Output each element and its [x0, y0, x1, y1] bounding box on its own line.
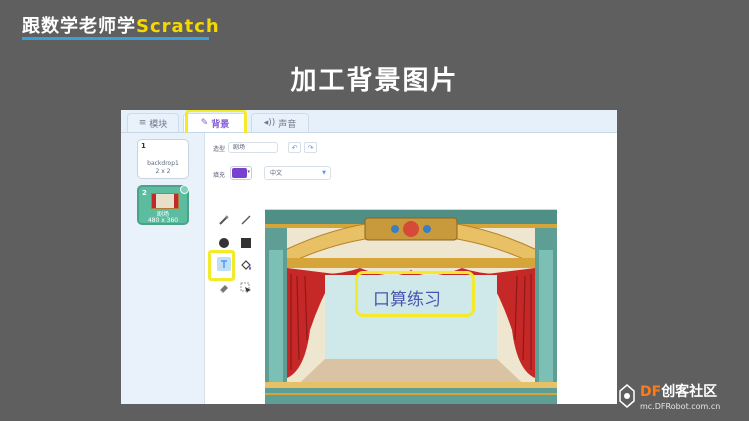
footer-logo-text: 创客社区	[661, 384, 718, 400]
delete-icon[interactable]	[180, 185, 189, 194]
scratch-editor-screenshot: ≡ 模块 ✎ 背景 ◂)) 声音 1 backdrop1 2 x 2 2 剧场 …	[121, 110, 617, 404]
code-icon: ≡	[138, 118, 147, 128]
tab-code[interactable]: ≡ 模块	[127, 113, 179, 132]
fill-color-swatch	[232, 168, 247, 178]
dfrobot-logo-icon	[619, 384, 635, 408]
line-icon[interactable]	[239, 213, 253, 227]
backdrop-item-2[interactable]: 2 剧场 480 x 360	[137, 185, 189, 225]
mode-select-value: 中文	[270, 170, 283, 177]
backdrop-size: 2 x 2	[155, 168, 171, 175]
highlight-text-tool	[208, 250, 235, 281]
costume-name-label: 造型	[213, 146, 226, 153]
rectangle-icon[interactable]	[239, 236, 253, 250]
highlight-stage-text	[355, 271, 475, 317]
brand-title: 跟数学老师学Scratch	[22, 12, 220, 38]
fill-color-picker[interactable]: ▾	[230, 166, 252, 180]
mode-select[interactable]: 中文 ▼	[264, 166, 331, 180]
backdrop-number: 1	[141, 142, 146, 150]
chevron-down-icon: ▾	[247, 169, 250, 175]
backdrop-number: 2	[142, 189, 147, 197]
select-icon[interactable]	[239, 281, 253, 295]
brand-scratch: Scratch	[136, 16, 220, 37]
backdrop-thumbnail	[151, 193, 179, 209]
backdrop-name: backdrop1	[147, 160, 179, 167]
brush-icon[interactable]	[217, 213, 231, 227]
tab-code-label: 模块	[149, 119, 168, 130]
drawing-canvas[interactable]: 口算练习	[265, 209, 557, 404]
backdrop-list: 1 backdrop1 2 x 2 2 剧场 480 x 360	[121, 133, 205, 404]
speaker-icon: ◂))	[263, 118, 276, 128]
costume-name-input[interactable]: 剧场	[228, 142, 278, 153]
eraser-icon[interactable]	[217, 281, 231, 295]
brand-prefix: 跟数学老师学	[22, 16, 136, 37]
backdrop-item-1[interactable]: 1 backdrop1 2 x 2	[137, 139, 189, 179]
footer-logo: DF创客社区	[640, 381, 717, 401]
undo-button[interactable]: ↶	[288, 142, 301, 153]
footer-logo-df: DF	[640, 384, 662, 400]
backdrop-size: 480 x 360	[147, 217, 179, 224]
chevron-down-icon: ▼	[322, 170, 326, 176]
circle-icon[interactable]	[217, 236, 231, 250]
slide-title: 加工背景图片	[290, 66, 459, 96]
tab-sounds-label: 声音	[278, 119, 297, 130]
tab-sounds[interactable]: ◂)) 声音	[251, 113, 309, 132]
brand-underline	[22, 37, 209, 40]
redo-button[interactable]: ↷	[304, 142, 317, 153]
paint-editor: 造型 剧场 ↶ ↷ 填充 ▾ 中文 ▼ 口算练习	[205, 133, 617, 404]
fill-icon[interactable]	[239, 258, 253, 272]
fill-label: 填充	[213, 172, 226, 179]
footer-url: mc.DFRobot.com.cn	[640, 402, 721, 411]
